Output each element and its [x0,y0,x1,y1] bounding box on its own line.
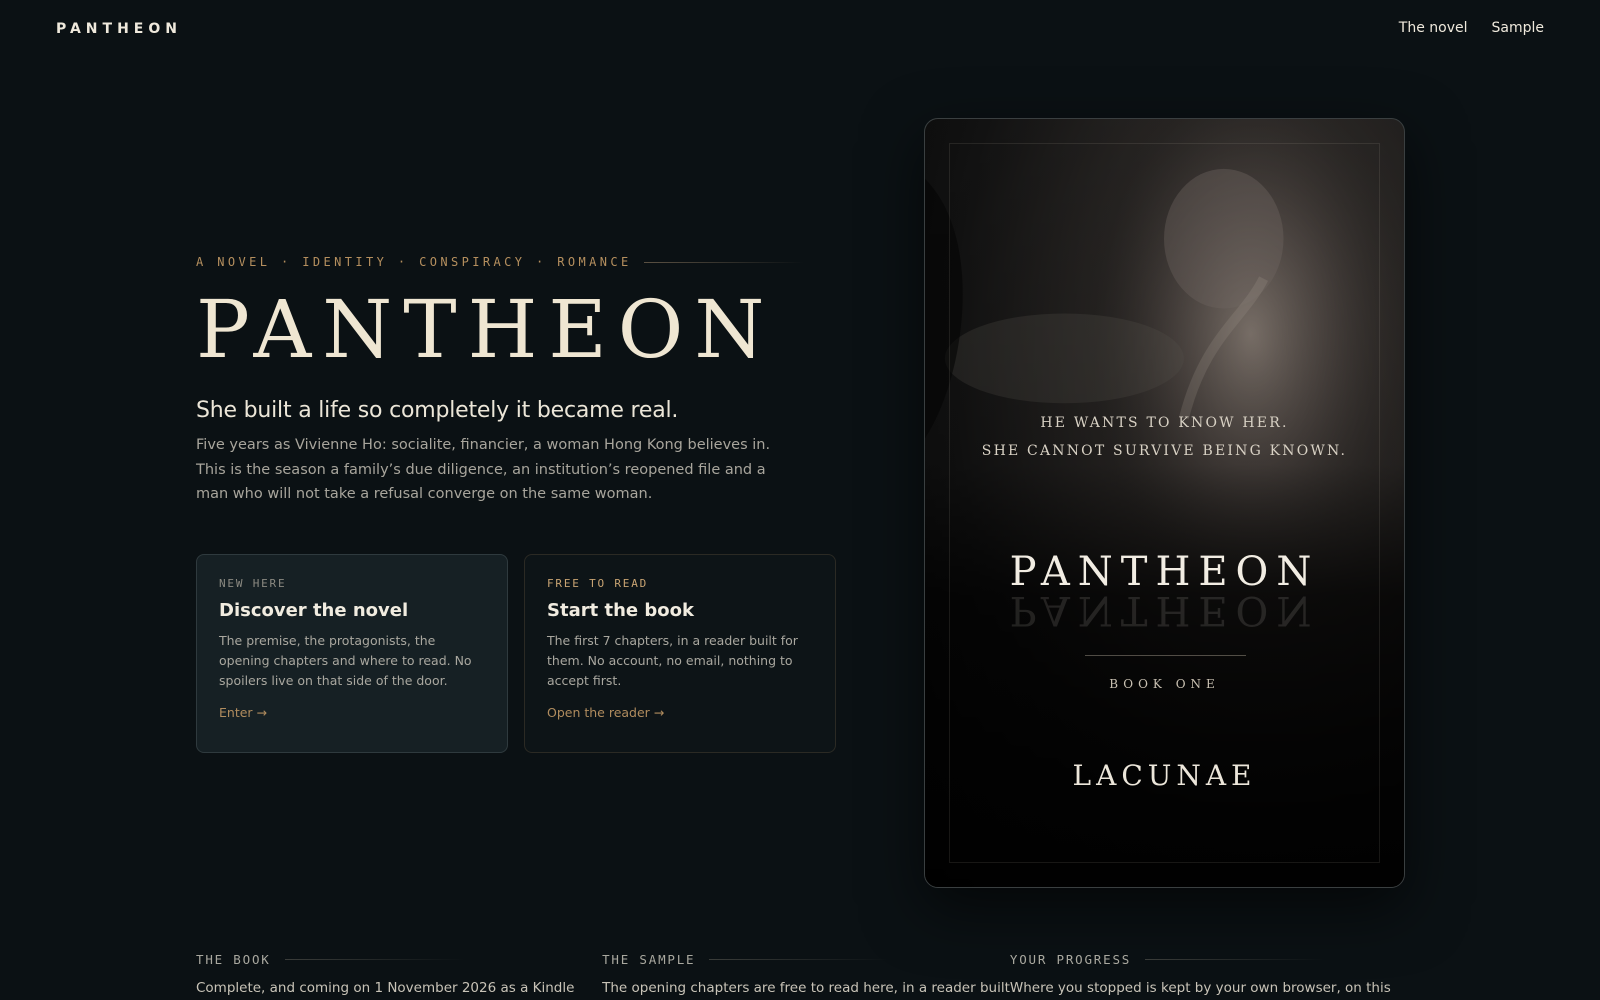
hero-section: A NOVEL · IDENTITY · CONSPIRACY · ROMANC… [196,252,836,507]
card-title: Discover the novel [219,600,409,621]
card-kicker: FREE TO READ [547,577,649,590]
book-cover: HE WANTS TO KNOW HER. SHE CANNOT SURVIVE… [924,118,1405,888]
cover-author: LACUNAE [1072,759,1257,792]
hero-tagline: She built a life so completely it became… [196,398,679,423]
hero-eyebrow-row: A NOVEL · IDENTITY · CONSPIRACY · ROMANC… [196,252,836,272]
eyebrow-divider [643,261,804,263]
hero-title: PANTHEON [196,283,776,376]
section-divider [284,959,465,960]
section-the-book: THE BOOK Complete, and coming on 1 Novem… [196,952,602,996]
start-book-card[interactable]: FREE TO READ Start the book The first 7 … [524,554,836,753]
section-divider [709,959,890,960]
cover-inner-frame [949,143,1380,863]
enter-link[interactable]: Enter → [219,705,267,720]
nav-link-sample[interactable]: Sample [1492,20,1545,36]
cover-quote-line-1: HE WANTS TO KNOW HER. [1040,415,1289,431]
nav-link-the-novel[interactable]: The novel [1399,20,1468,36]
cover-quote-line-2: SHE CANNOT SURVIVE BEING KNOWN. [981,443,1348,459]
section-text: Complete, and coming on 1 November 2026 … [196,980,575,996]
hero-eyebrow: A NOVEL · IDENTITY · CONSPIRACY · ROMANC… [196,255,632,269]
section-divider [1145,959,1326,960]
cover-title-reflection: PANTHEON [1009,587,1320,633]
section-label: THE SAMPLE [602,952,696,967]
card-title: Start the book [547,600,694,621]
cover-series: BOOK ONE [1109,677,1220,691]
section-text: The opening chapters are free to read he… [602,980,1010,996]
open-reader-link[interactable]: Open the reader → [547,705,664,720]
card-description: The premise, the protagonists, the openi… [219,633,472,688]
section-heading: YOUR PROGRESS [1010,952,1416,967]
hero-blurb: Five years as Vivienne Ho: socialite, fi… [196,437,771,502]
cover-divider [1085,655,1246,656]
section-your-progress: YOUR PROGRESS Where you stopped is kept … [1010,952,1416,996]
discover-novel-card[interactable]: NEW HERE Discover the novel The premise,… [196,554,508,753]
section-the-sample: THE SAMPLE The opening chapters are free… [602,952,1010,996]
section-heading: THE BOOK [196,952,602,967]
section-label: YOUR PROGRESS [1009,952,1132,967]
section-heading: THE SAMPLE [602,952,1010,967]
top-bar: PANTHEON The novel Sample [0,0,1600,60]
main-nav: The novel Sample [1399,20,1544,36]
brand-logo[interactable]: PANTHEON [56,21,182,37]
card-kicker: NEW HERE [219,577,287,590]
section-text: Where you stopped is kept by your own br… [1009,980,1391,996]
card-description: The first 7 chapters, in a reader built … [547,633,798,688]
section-label: THE BOOK [196,952,271,967]
info-sections: THE BOOK Complete, and coming on 1 Novem… [196,952,1416,996]
